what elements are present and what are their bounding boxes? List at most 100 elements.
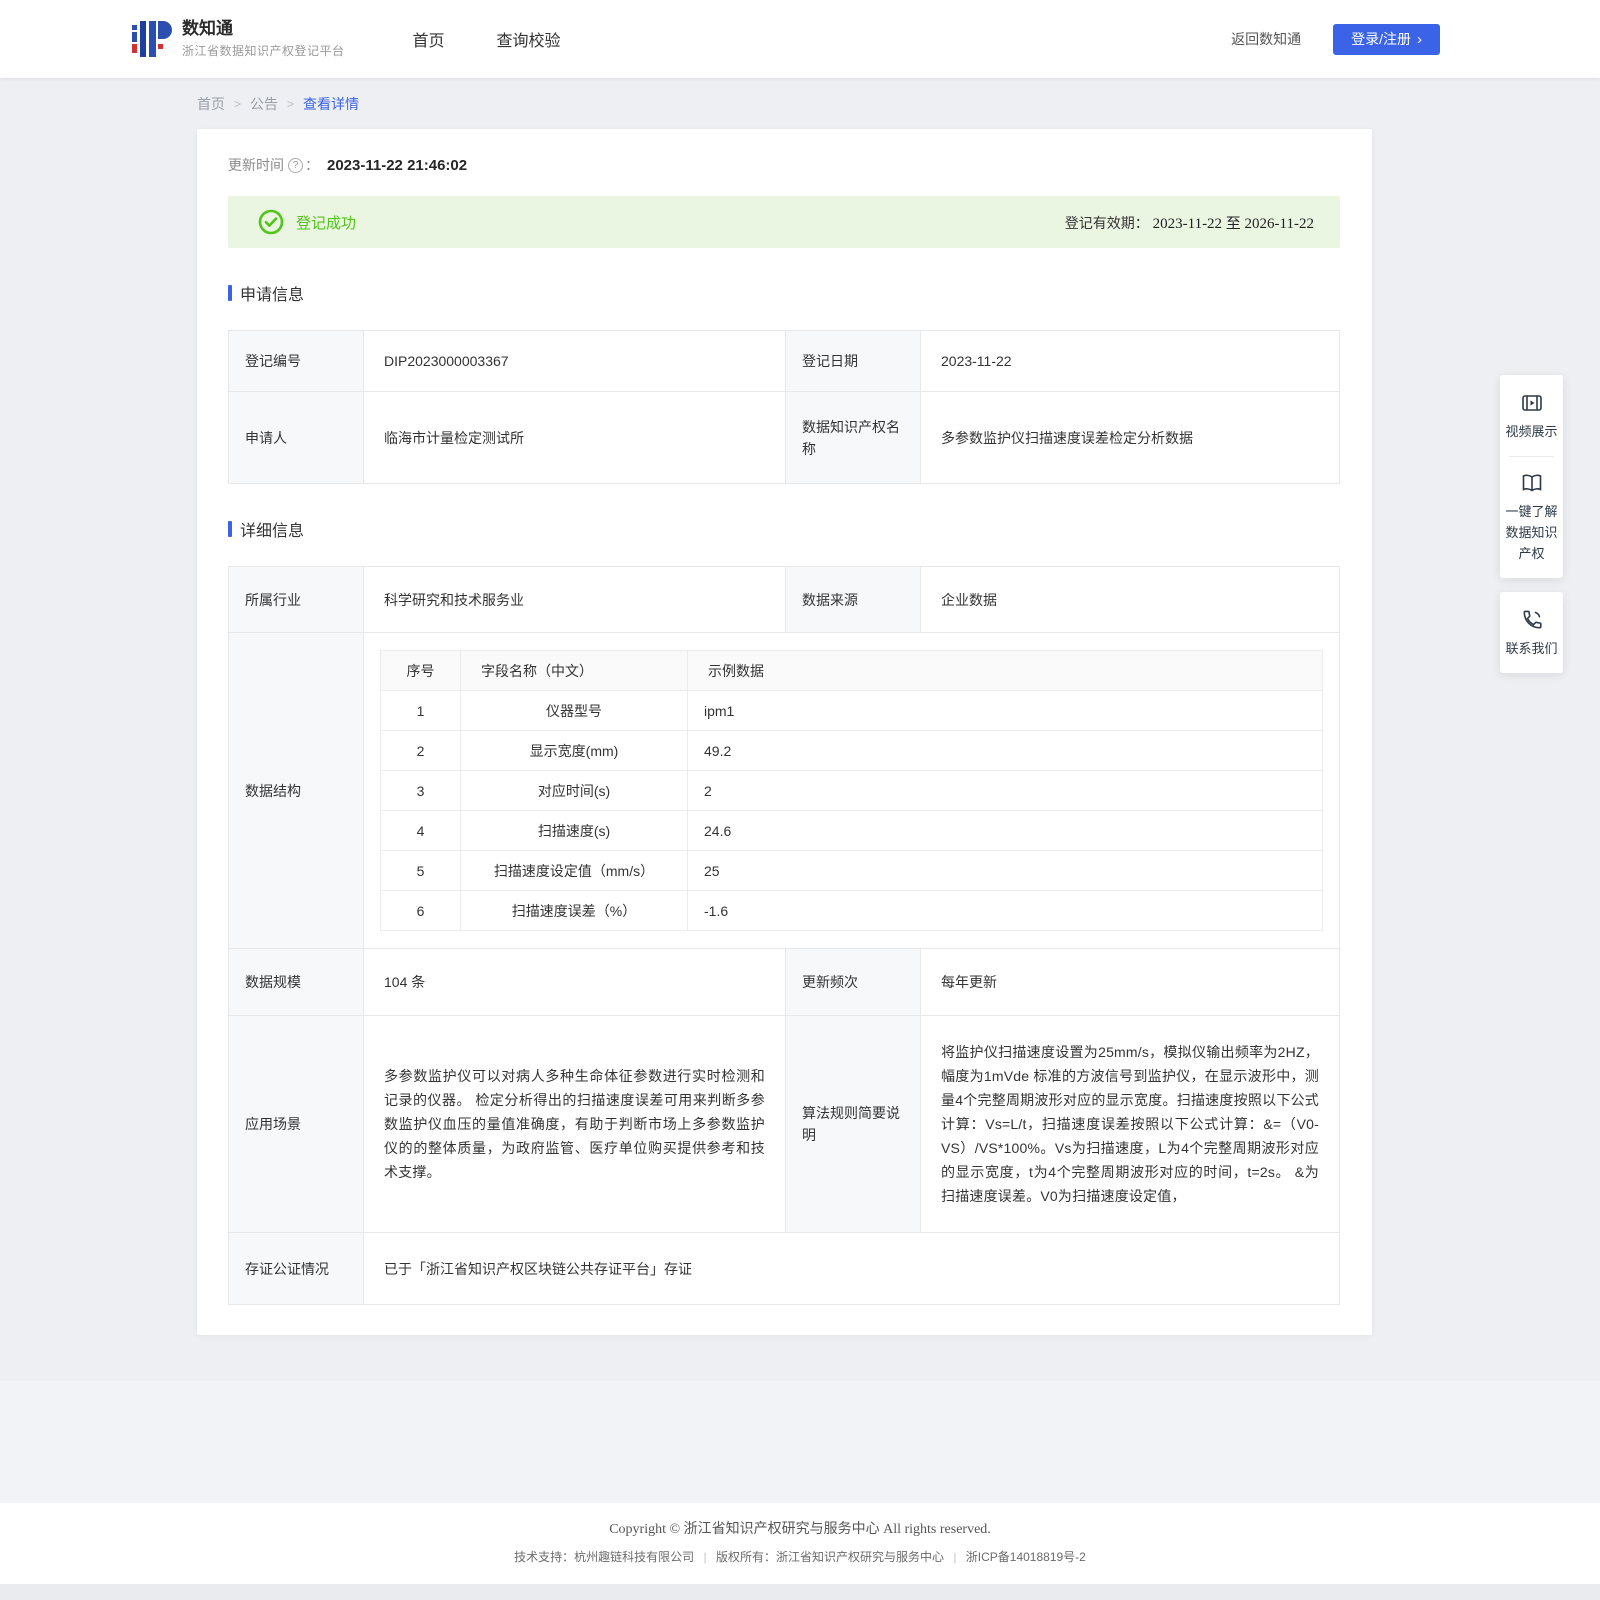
table-row: 申请人 临海市计量检定测试所 数据知识产权名称 多参数监护仪扫描速度误差检定分析… xyxy=(228,391,1340,484)
section-detail-info: 详细信息 xyxy=(228,517,1340,541)
table-row: 应用场景 多参数监护仪可以对病人多种生命体征参数进行实时检测和记录的仪器。 检定… xyxy=(228,1015,1340,1233)
evidence-label: 存证公证情况 xyxy=(228,1232,364,1305)
algorithm-rule-label: 算法规则简要说明 xyxy=(785,1015,921,1233)
algorithm-rule-value: 将监护仪扫描速度设置为25mm/s，模拟仪输出频率为2HZ，幅度为1mVde 标… xyxy=(920,1015,1340,1233)
phone-icon xyxy=(1505,608,1558,632)
video-showcase-label: 视频展示 xyxy=(1505,424,1558,439)
update-time-value: 2023-11-22 21:46:02 xyxy=(327,156,468,174)
cell-sample: 2 xyxy=(687,770,1323,811)
update-time-colon: ： xyxy=(305,157,319,173)
col-header-no: 序号 xyxy=(380,650,461,691)
success-check-icon xyxy=(258,209,284,235)
breadcrumb: 首页 > 公告 > 查看详情 xyxy=(197,94,1600,114)
footer-meta-line: 技术支持：杭州趣链科技有限公司 | 版权所有：浙江省知识产权研究与服务中心 | … xyxy=(0,1549,1600,1566)
applicant-value: 临海市计量检定测试所 xyxy=(363,391,786,484)
top-header: 数知通 浙江省数据知识产权登记平台 首页 查询校验 返回数知通 登录/注册 › xyxy=(0,0,1600,78)
nav-home[interactable]: 首页 xyxy=(413,27,445,51)
validity-value: 2023-11-22 至 2026-11-22 xyxy=(1152,215,1314,232)
cell-field: 扫描速度(s) xyxy=(460,810,688,851)
table-row: 数据规模 104 条 更新频次 每年更新 xyxy=(228,948,1340,1016)
login-register-button[interactable]: 登录/注册 › xyxy=(1333,23,1440,55)
logo[interactable]: 数知通 浙江省数据知识产权登记平台 xyxy=(130,18,345,60)
tech-support: 技术支持：杭州趣链科技有限公司 xyxy=(514,1550,695,1564)
structure-row: 6 扫描速度误差（%） -1.6 xyxy=(380,890,1323,931)
structure-header-row: 序号 字段名称（中文） 示例数据 xyxy=(380,650,1323,691)
pipe-separator: | xyxy=(953,1550,957,1564)
col-header-field: 字段名称（中文） xyxy=(460,650,688,691)
footer-bottom-strip xyxy=(0,1584,1600,1600)
cell-sample: -1.6 xyxy=(687,890,1323,931)
cell-no: 4 xyxy=(380,810,461,851)
industry-value: 科学研究和技术服务业 xyxy=(363,566,786,633)
copyright-line: Copyright © 浙江省知识产权研究与服务中心 All rights re… xyxy=(609,1522,991,1537)
breadcrumb-separator: > xyxy=(234,97,242,111)
guide-label: 一键了解数据知识产权 xyxy=(1505,504,1558,561)
application-scene-value: 多参数监护仪可以对病人多种生命体征参数进行实时检测和记录的仪器。 检定分析得出的… xyxy=(363,1015,786,1233)
update-frequency-value: 每年更新 xyxy=(920,948,1340,1016)
structure-row: 3 对应时间(s) 2 xyxy=(380,770,1323,811)
table-row: 登记编号 DIP2023000003367 登记日期 2023-11-22 xyxy=(228,330,1340,392)
footer-spacer xyxy=(0,1335,1600,1381)
update-time-row: 更新时间 ? ： 2023-11-22 21:46:02 xyxy=(228,155,1340,175)
logo-text: 数知通 浙江省数据知识产权登记平台 xyxy=(182,19,345,59)
cell-sample: ipm1 xyxy=(687,690,1323,731)
detail-info-table: 所属行业 科学研究和技术服务业 数据来源 企业数据 数据结构 序号 字段名称（中… xyxy=(228,566,1340,1305)
contact-us-label: 联系我们 xyxy=(1505,641,1558,656)
breadcrumb-home[interactable]: 首页 xyxy=(197,94,225,114)
cell-field: 扫描速度误差（%） xyxy=(460,890,688,931)
structure-row: 4 扫描速度(s) 24.6 xyxy=(380,810,1323,851)
video-showcase-item[interactable]: 视频展示 xyxy=(1505,391,1558,442)
contact-us-item[interactable]: 联系我们 xyxy=(1505,608,1558,659)
validity-label: 登记有效期： xyxy=(1064,214,1149,231)
cell-no: 2 xyxy=(380,730,461,771)
cell-no: 1 xyxy=(380,690,461,731)
chevron-right-icon: › xyxy=(1417,30,1422,48)
logo-title: 数知通 xyxy=(182,19,233,38)
section-accent-bar xyxy=(228,285,232,301)
side-widget-contact: 联系我们 xyxy=(1500,592,1563,673)
status-text: 登记成功 xyxy=(296,214,357,232)
structure-row: 5 扫描速度设定值（mm/s） 25 xyxy=(380,850,1323,891)
data-structure-table: 序号 字段名称（中文） 示例数据 1 仪器型号 ipm1 2 显示宽度(mm) … xyxy=(380,650,1323,931)
table-row: 所属行业 科学研究和技术服务业 数据来源 企业数据 xyxy=(228,566,1340,633)
section-apply-info: 申请信息 xyxy=(228,281,1340,305)
top-nav: 首页 查询校验 xyxy=(413,27,561,51)
data-scale-label: 数据规模 xyxy=(228,948,364,1016)
applicant-label: 申请人 xyxy=(228,391,364,484)
guide-item[interactable]: 一键了解数据知识产权 xyxy=(1505,471,1558,564)
back-to-shuzhitong-link[interactable]: 返回数知通 xyxy=(1231,29,1301,49)
login-register-label: 登录/注册 xyxy=(1351,31,1411,47)
reg-no-value: DIP2023000003367 xyxy=(363,330,786,392)
cell-field: 对应时间(s) xyxy=(460,770,688,811)
cell-field: 仪器型号 xyxy=(460,690,688,731)
section-accent-bar xyxy=(228,521,232,537)
breadcrumb-separator: > xyxy=(287,97,295,111)
data-structure-wrap: 序号 字段名称（中文） 示例数据 1 仪器型号 ipm1 2 显示宽度(mm) … xyxy=(364,633,1339,948)
breadcrumb-current: 查看详情 xyxy=(303,96,360,112)
page: 数知通 浙江省数据知识产权登记平台 首页 查询校验 返回数知通 登录/注册 › … xyxy=(0,0,1600,1600)
validity-period: 登记有效期： 2023-11-22 至 2026-11-22 xyxy=(1065,212,1314,233)
divider xyxy=(1509,456,1554,457)
logo-icon xyxy=(130,18,172,60)
structure-row: 2 显示宽度(mm) 49.2 xyxy=(380,730,1323,771)
col-header-sample: 示例数据 xyxy=(687,650,1323,691)
dip-name-value: 多参数监护仪扫描速度误差检定分析数据 xyxy=(920,391,1340,484)
structure-row: 1 仪器型号 ipm1 xyxy=(380,690,1323,731)
industry-label: 所属行业 xyxy=(228,566,364,633)
breadcrumb-announcement[interactable]: 公告 xyxy=(250,94,278,114)
cell-no: 6 xyxy=(380,890,461,931)
reg-date-value: 2023-11-22 xyxy=(920,330,1340,392)
help-icon[interactable]: ? xyxy=(288,157,303,173)
application-scene-label: 应用场景 xyxy=(228,1015,364,1233)
table-row: 存证公证情况 已于「浙江省知识产权区块链公共存证平台」存证 xyxy=(228,1232,1340,1305)
reg-date-label: 登记日期 xyxy=(785,330,921,392)
data-source-label: 数据来源 xyxy=(785,566,921,633)
update-time-label: 更新时间 xyxy=(228,157,284,173)
pipe-separator: | xyxy=(703,1550,707,1564)
cell-sample: 49.2 xyxy=(687,730,1323,771)
nav-query-verify[interactable]: 查询校验 xyxy=(497,27,561,51)
icp-number: 浙ICP备14018819号-2 xyxy=(965,1550,1086,1564)
cell-no: 3 xyxy=(380,770,461,811)
header-right: 返回数知通 登录/注册 › xyxy=(1231,23,1440,55)
video-icon xyxy=(1505,391,1558,415)
